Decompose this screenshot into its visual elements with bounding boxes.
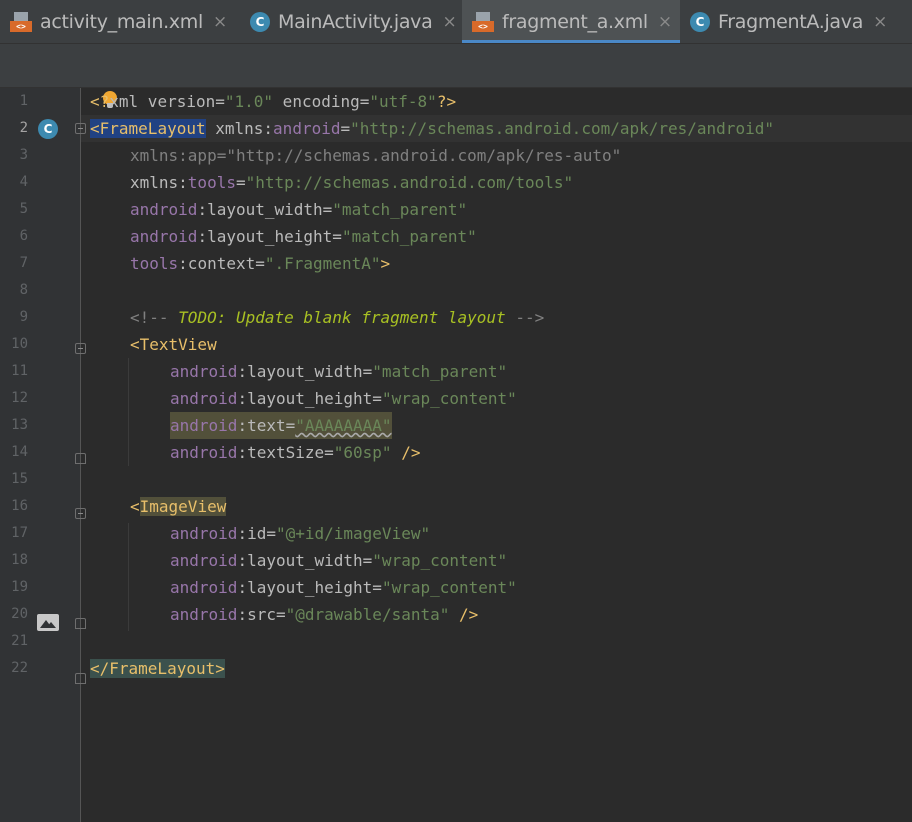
- class-icon: C: [690, 11, 710, 32]
- code-text[interactable]: android:src="@drawable/santa" />: [170, 601, 478, 628]
- line-number: 11: [11, 363, 28, 379]
- line-number: 4: [19, 174, 28, 190]
- code-editor[interactable]: C 1 <?xml version="1.0" encoding="utf-8"…: [0, 88, 912, 822]
- code-line: 18 android:layout_width="wrap_content": [0, 547, 912, 574]
- code-line: 11 android:layout_width="match_parent": [0, 358, 912, 385]
- code-line: 7 tools:context=".FragmentA">: [0, 250, 912, 277]
- code-line: 5 android:layout_width="match_parent": [0, 196, 912, 223]
- line-number: 5: [19, 201, 28, 217]
- tab-label: MainActivity.java: [278, 10, 433, 33]
- line-number: 17: [11, 525, 28, 541]
- line-number: 18: [11, 552, 28, 568]
- tab-activity-main-xml[interactable]: <> activity_main.xml ×: [0, 0, 240, 43]
- line-number: 3: [19, 147, 28, 163]
- class-icon: C: [250, 11, 270, 32]
- tab-label: activity_main.xml: [40, 10, 203, 33]
- code-text[interactable]: </FrameLayout>: [90, 655, 225, 682]
- code-line: 22 </FrameLayout>: [0, 655, 912, 682]
- code-text[interactable]: android:id="@+id/imageView": [170, 520, 430, 547]
- code-text[interactable]: android:layout_width="wrap_content": [170, 547, 507, 574]
- close-icon[interactable]: ×: [658, 12, 672, 32]
- code-text[interactable]: <FrameLayout xmlns:android="http://schem…: [90, 115, 774, 142]
- tab-fragment-a-java[interactable]: C FragmentA.java ×: [680, 0, 912, 43]
- code-line: 16 <ImageView: [0, 493, 912, 520]
- close-icon[interactable]: ×: [873, 12, 887, 32]
- line-number: 8: [19, 282, 28, 298]
- line-number: 9: [19, 309, 28, 325]
- xml-file-icon: <>: [10, 11, 32, 32]
- code-line: 10 <TextView: [0, 331, 912, 358]
- line-number: 21: [11, 633, 28, 649]
- line-number: 19: [11, 579, 28, 595]
- line-number: 6: [19, 228, 28, 244]
- line-number: 22: [11, 660, 28, 676]
- line-number: 12: [11, 390, 28, 406]
- code-line: 8: [0, 277, 912, 304]
- code-text[interactable]: android:layout_height="wrap_content": [170, 574, 517, 601]
- code-line: 13 android:text="AAAAAAAA": [0, 412, 912, 439]
- code-text[interactable]: xmlns:app="http://schemas.android.com/ap…: [130, 142, 621, 169]
- line-number: 16: [11, 498, 28, 514]
- code-text[interactable]: android:layout_width="match_parent": [130, 196, 467, 223]
- code-text[interactable]: tools:context=".FragmentA">: [130, 250, 390, 277]
- code-text[interactable]: android:layout_width="match_parent": [170, 358, 507, 385]
- code-line: 21: [0, 628, 912, 655]
- code-line: 12 android:layout_height="wrap_content": [0, 385, 912, 412]
- tab-label: FragmentA.java: [718, 10, 864, 33]
- code-line: 19 android:layout_height="wrap_content": [0, 574, 912, 601]
- code-line: 15: [0, 466, 912, 493]
- code-text[interactable]: <TextView: [130, 331, 217, 358]
- line-number: 14: [11, 444, 28, 460]
- code-comment[interactable]: <!-- TODO: Update blank fragment layout …: [130, 304, 544, 331]
- code-text[interactable]: <?xml version="1.0" encoding="utf-8"?>: [90, 88, 456, 115]
- line-number: 15: [11, 471, 28, 487]
- editor-tab-bar: <> activity_main.xml × C MainActivity.ja…: [0, 0, 912, 44]
- tab-label: fragment_a.xml: [502, 10, 648, 33]
- tab-fragment-a-xml[interactable]: <> fragment_a.xml ×: [462, 0, 680, 43]
- code-text[interactable]: android:layout_height="wrap_content": [170, 385, 517, 412]
- code-line: 1 <?xml version="1.0" encoding="utf-8"?>: [0, 88, 912, 115]
- code-text[interactable]: xmlns:tools="http://schemas.android.com/…: [130, 169, 573, 196]
- line-number: 1: [19, 93, 28, 109]
- line-number: 2: [19, 120, 28, 136]
- tab-main-activity-java[interactable]: C MainActivity.java ×: [240, 0, 462, 43]
- code-text[interactable]: android:textSize="60sp" />: [170, 439, 420, 466]
- code-line: 3 xmlns:app="http://schemas.android.com/…: [0, 142, 912, 169]
- code-line: 17 android:id="@+id/imageView": [0, 520, 912, 547]
- code-line: 2 <FrameLayout xmlns:android="http://sch…: [0, 115, 912, 142]
- close-icon[interactable]: ×: [442, 12, 456, 32]
- code-text[interactable]: android:layout_height="match_parent": [130, 223, 477, 250]
- editor-toolbar-strip: [0, 44, 912, 88]
- code-line: 9 <!-- TODO: Update blank fragment layou…: [0, 304, 912, 331]
- line-number: 20: [11, 606, 28, 622]
- line-number: 10: [11, 336, 28, 352]
- close-icon[interactable]: ×: [213, 12, 227, 32]
- line-number: 13: [11, 417, 28, 433]
- code-line: 4 xmlns:tools="http://schemas.android.co…: [0, 169, 912, 196]
- hardcoded-text-warning[interactable]: android:text="AAAAAAAA": [170, 412, 392, 439]
- code-line: 14 android:textSize="60sp" />: [0, 439, 912, 466]
- code-line: 6 android:layout_height="match_parent": [0, 223, 912, 250]
- line-number: 7: [19, 255, 28, 271]
- xml-file-icon: <>: [472, 11, 494, 32]
- code-text[interactable]: <ImageView: [130, 493, 227, 520]
- code-line: 20 android:src="@drawable/santa" />: [0, 601, 912, 628]
